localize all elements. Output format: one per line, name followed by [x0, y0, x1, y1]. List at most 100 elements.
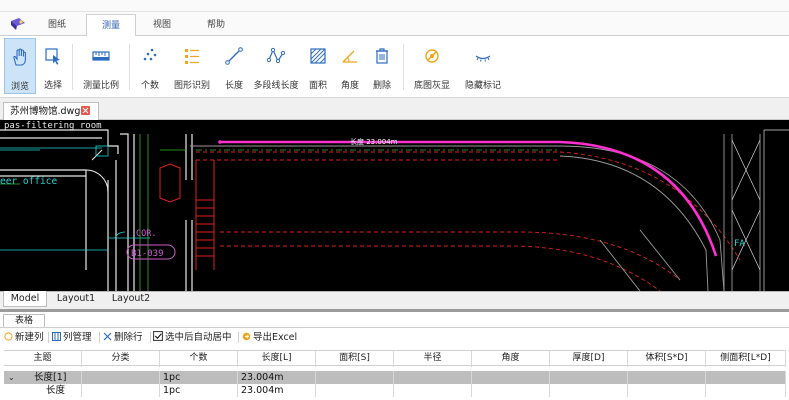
tab-view[interactable]: 视图 [142, 14, 182, 36]
cell-volume [628, 384, 706, 397]
cell-length: 23.004m [238, 384, 316, 397]
polyline-length-label: 多段线长度 [253, 81, 299, 91]
column-manage-button[interactable]: 列管理 [52, 331, 92, 344]
delete-row-label: 删除行 [114, 332, 143, 343]
cad-drawing: pas-filtering room eer office COR. B1-03… [0, 121, 789, 291]
angle-button[interactable]: 角度 [336, 38, 364, 94]
cell-side-area [706, 384, 786, 397]
table-header: 主题 分类 个数 长度[L] 面积[S] 半径 角度 厚度[D] 体积[S*D]… [4, 350, 786, 367]
close-tab-icon[interactable] [81, 106, 90, 115]
count-button[interactable]: 个数 [134, 38, 166, 94]
cell-category [82, 371, 160, 384]
area-hatch-icon [310, 48, 326, 64]
hand-icon [13, 48, 26, 66]
app-logo-icon[interactable] [10, 17, 26, 31]
shape-recognition-button[interactable]: 图形识别 [170, 38, 214, 94]
column-header-volume[interactable]: 体积[S*D] [628, 351, 706, 367]
cell-area [316, 371, 394, 384]
cell-category [82, 384, 160, 397]
delete-label: 删除 [372, 81, 391, 91]
select-button[interactable]: 选择 [38, 38, 68, 94]
ribbon-toolbar: 浏览 选择 测量比例 个数 图形识别 长度 多段线长度 面积 角度 删除 底图灰… [0, 36, 789, 98]
toolbar-separator [238, 332, 239, 343]
gray-base-icon [425, 49, 439, 63]
cell-thickness [550, 384, 628, 397]
new-column-button[interactable]: 新建列 [4, 331, 44, 344]
browse-button[interactable]: 浏览 [4, 38, 36, 94]
cell-angle [472, 384, 550, 397]
shape-recognition-label: 图形识别 [173, 81, 210, 91]
cell-subject: 长度[1] [4, 371, 82, 384]
panel-divider [0, 327, 789, 328]
trash-icon [376, 48, 388, 64]
cell-subject: 长度 [4, 384, 82, 397]
cad-drawing-canvas[interactable]: pas-filtering room eer office COR. B1-03… [0, 120, 789, 291]
auto-center-label: 选中后自动居中 [165, 332, 232, 343]
room-label-office: eer office [0, 176, 57, 187]
document-tab-strip [0, 98, 789, 120]
tab-model[interactable]: Model [3, 291, 47, 307]
cell-length: 23.004m [238, 371, 316, 384]
length-button[interactable]: 长度 [218, 38, 250, 94]
gray-base-button[interactable]: 底图灰显 [410, 38, 454, 94]
angle-icon [342, 50, 357, 63]
measurement-length-label: 长度 23.004m [350, 137, 398, 146]
column-header-thickness[interactable]: 厚度[D] [550, 351, 628, 367]
polyline-length-icon [266, 47, 286, 64]
polyline-length-button[interactable]: 多段线长度 [252, 38, 300, 94]
window-top-edge [0, 0, 789, 12]
measurement-table: 主题 分类 个数 长度[L] 面积[S] 半径 角度 厚度[D] 体积[S*D]… [4, 350, 786, 400]
tab-drawing[interactable]: 图纸 [38, 14, 76, 36]
column-header-subject[interactable]: 主题 [4, 351, 82, 367]
scale-ruler-icon [92, 51, 110, 61]
column-header-length[interactable]: 长度[L] [238, 351, 316, 367]
cursor-select-icon [45, 48, 60, 65]
ribbon-separator [129, 44, 130, 90]
fa-label: FA [734, 239, 745, 249]
length-line-icon [225, 47, 243, 65]
table-row[interactable]: 长度 1pc 23.004m [4, 384, 786, 397]
browse-label: 浏览 [10, 82, 29, 92]
ribbon-separator [72, 44, 73, 90]
area-button[interactable]: 面积 [304, 38, 332, 94]
hide-marks-icon [475, 55, 491, 62]
hide-marks-button[interactable]: 隐藏标记 [460, 38, 506, 94]
cell-volume [628, 371, 706, 384]
delete-row-button[interactable]: 删除行 [103, 331, 143, 344]
length-label: 长度 [224, 81, 243, 91]
delete-button[interactable]: 删除 [368, 38, 396, 94]
cell-thickness [550, 371, 628, 384]
export-excel-icon [242, 332, 251, 341]
cell-side-area [706, 371, 786, 384]
cell-radius [394, 384, 472, 397]
tab-measure[interactable]: 测量 [86, 14, 136, 37]
column-header-side-area[interactable]: 侧面积[L*D] [706, 351, 786, 367]
gray-base-label: 底图灰显 [413, 81, 450, 91]
column-header-angle[interactable]: 角度 [472, 351, 550, 367]
toolbar-separator [150, 332, 151, 343]
column-header-area[interactable]: 面积[S] [316, 351, 394, 367]
table-row[interactable]: ⌄ 长度[1] 1pc 23.004m [4, 371, 786, 384]
new-column-icon [4, 332, 13, 341]
new-column-label: 新建列 [15, 332, 44, 343]
export-excel-button[interactable]: 导出Excel [242, 331, 297, 344]
room-label-filtering: pas-filtering room [4, 121, 102, 131]
column-manage-icon [52, 332, 61, 341]
tab-help[interactable]: 帮助 [196, 14, 236, 36]
tab-layout1[interactable]: Layout1 [52, 291, 100, 307]
column-header-radius[interactable]: 半径 [394, 351, 472, 367]
area-label: 面积 [308, 81, 327, 91]
cell-count: 1pc [160, 371, 238, 384]
select-label: 选择 [43, 81, 62, 91]
column-header-category[interactable]: 分类 [82, 351, 160, 367]
column-header-count[interactable]: 个数 [160, 351, 238, 367]
cell-radius [394, 371, 472, 384]
auto-center-checkbox[interactable]: 选中后自动居中 [153, 331, 232, 344]
column-manage-label: 列管理 [63, 332, 92, 343]
measure-scale-button[interactable]: 测量比例 [78, 38, 124, 94]
angle-label: 角度 [340, 81, 359, 91]
panel-title-tab[interactable]: 表格 [3, 314, 45, 327]
tab-layout2[interactable]: Layout2 [106, 291, 156, 307]
measure-scale-label: 测量比例 [82, 81, 119, 91]
toolbar-separator [48, 332, 49, 343]
